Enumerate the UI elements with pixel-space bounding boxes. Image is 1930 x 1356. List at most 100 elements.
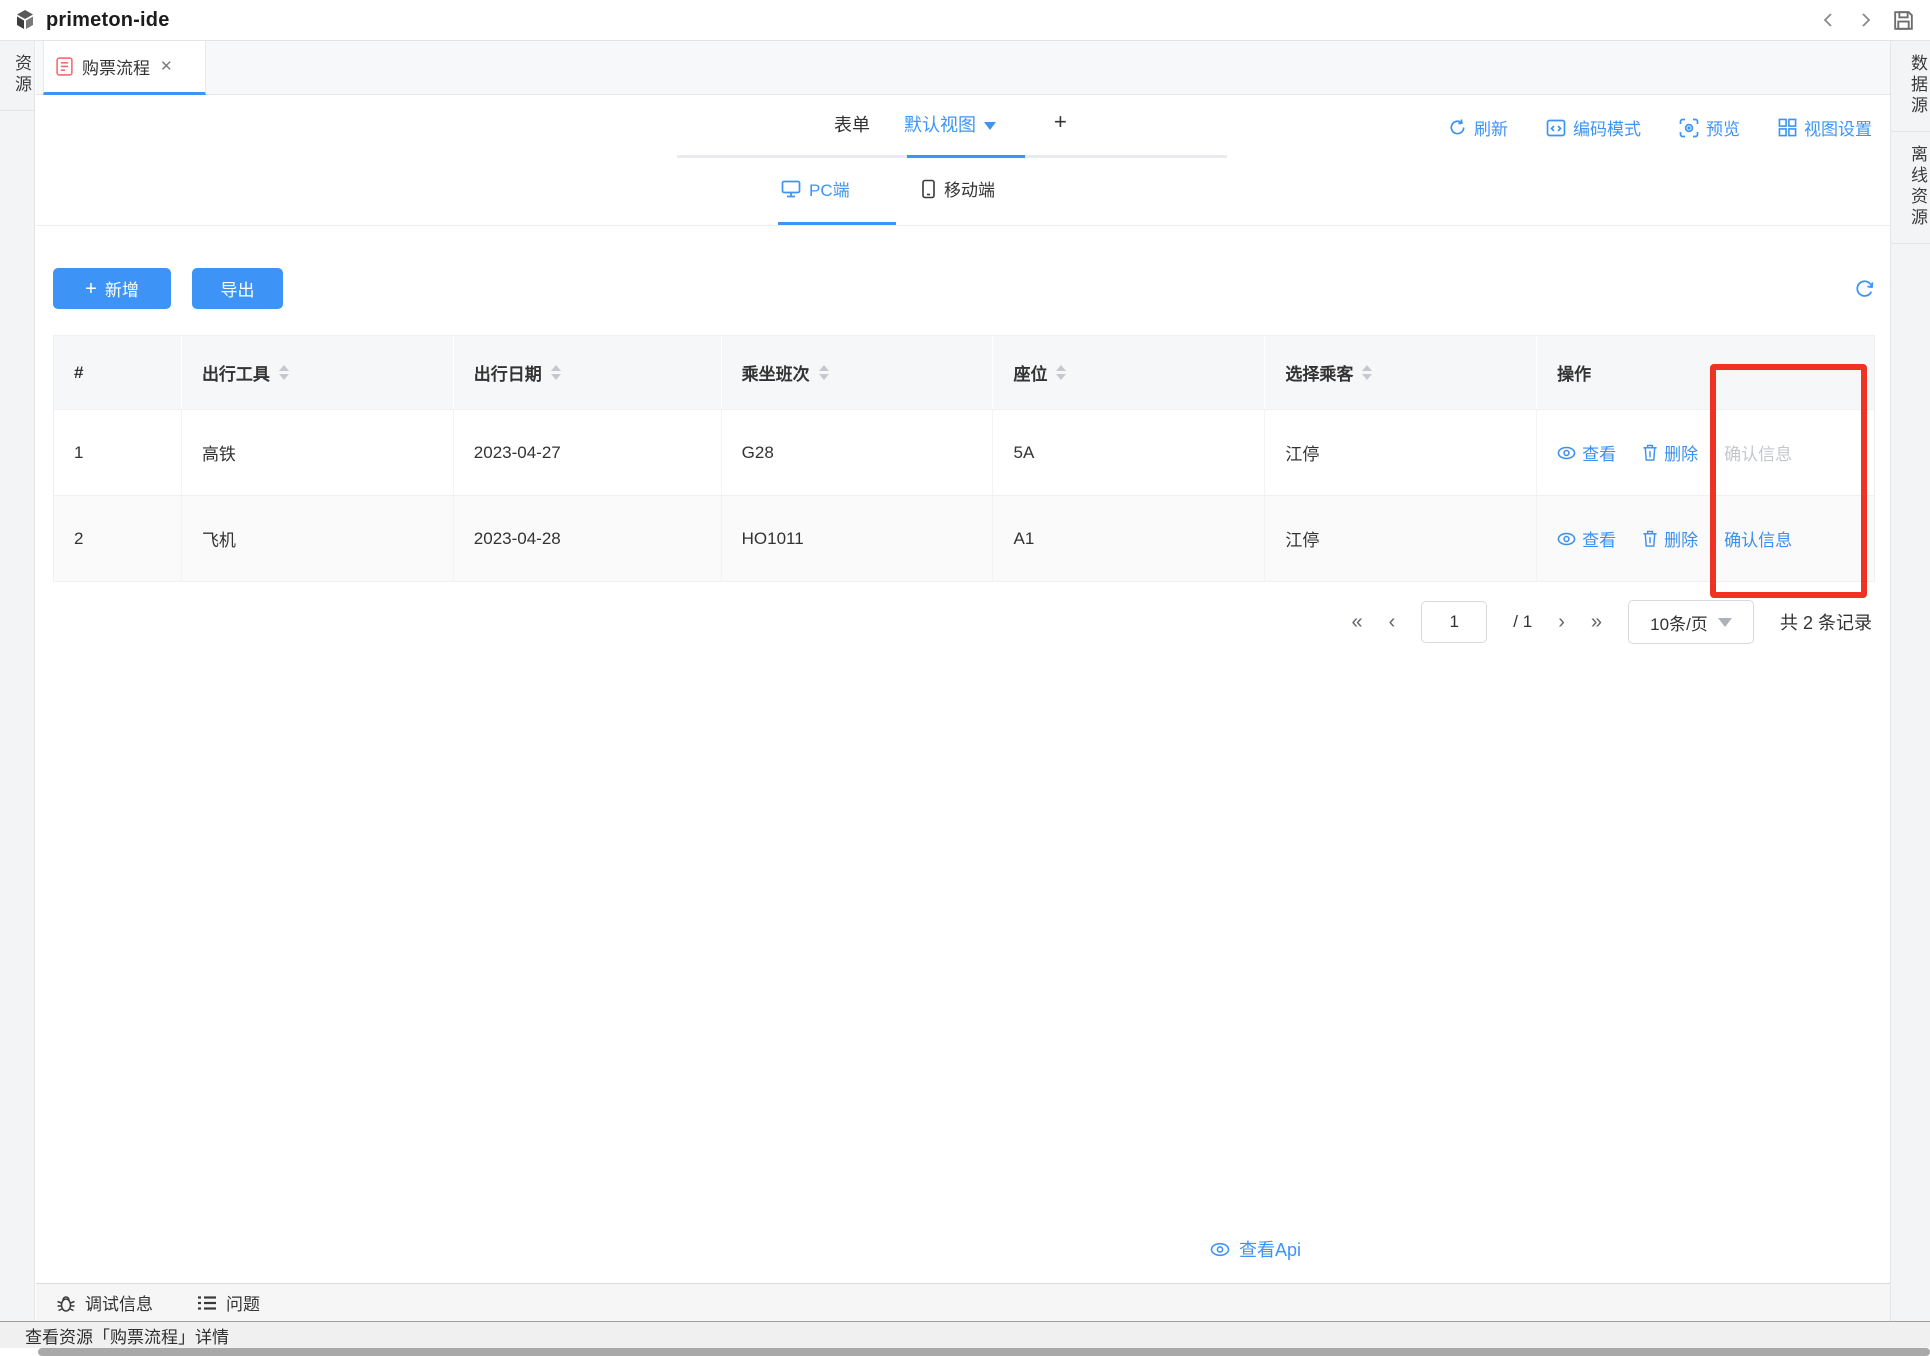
table-row: 2 飞机 2023-04-28 HO1011 A1 江停 查看 删除 确认信息 [54, 495, 1874, 581]
problems-label: 问题 [226, 1290, 260, 1315]
column-header-seat[interactable]: 座位 [993, 336, 1265, 409]
tab-pc-label: PC端 [809, 176, 850, 201]
app-title: primeton-ide [46, 9, 170, 32]
view-row-label: 查看 [1582, 440, 1616, 465]
document-icon [56, 57, 73, 76]
add-view-button[interactable]: + [1054, 109, 1067, 135]
view-api-link[interactable]: 查看Api [1210, 1236, 1301, 1262]
debug-info-button[interactable]: 调试信息 [56, 1290, 153, 1315]
next-page-button[interactable]: › [1558, 612, 1565, 632]
view-tab-active-indicator [907, 155, 1025, 158]
primeton-logo-icon [13, 8, 37, 32]
sort-icon[interactable] [1056, 365, 1066, 380]
eye-icon [1557, 532, 1576, 546]
history-forward-icon[interactable] [1855, 10, 1875, 30]
sidebar-item-resources[interactable]: 资源 [0, 41, 34, 111]
refresh-label: 刷新 [1474, 115, 1508, 140]
column-header-label: 选择乘客 [1285, 360, 1353, 385]
column-header-index: # [54, 336, 182, 409]
preview-eye-icon [1679, 118, 1699, 138]
code-mode-button[interactable]: 编码模式 [1546, 115, 1641, 140]
cell-date: 2023-04-28 [454, 496, 722, 581]
tab-mobile[interactable]: 移动端 [921, 176, 995, 201]
delete-row-button[interactable]: 删除 [1642, 440, 1698, 465]
column-header-operations: 操作 [1537, 336, 1874, 409]
column-header-label: 出行日期 [474, 360, 542, 385]
pagination: « ‹ / 1 › » 10条/页 共 2 条记录 [1351, 600, 1872, 644]
close-tab-icon[interactable]: ✕ [160, 59, 173, 74]
title-bar: primeton-ide [0, 0, 1930, 41]
total-pages-label: / 1 [1513, 612, 1532, 632]
cell-trip: G28 [722, 410, 994, 495]
table-header-row: # 出行工具 出行日期 乘坐班次 座位 选择乘客 操作 [54, 336, 1874, 409]
cell-trip: HO1011 [722, 496, 994, 581]
refresh-icon [1448, 118, 1467, 137]
column-header-label: 乘坐班次 [742, 360, 810, 385]
horizontal-scrollbar[interactable] [38, 1348, 1930, 1356]
confirm-info-button[interactable]: 确认信息 [1724, 526, 1792, 551]
cell-passenger: 江停 [1265, 410, 1537, 495]
grid-icon [1778, 118, 1797, 137]
refresh-button[interactable]: 刷新 [1448, 115, 1508, 140]
delete-row-button[interactable]: 删除 [1642, 526, 1698, 551]
preview-label: 预览 [1706, 115, 1740, 140]
table-refresh-icon[interactable] [1853, 278, 1876, 301]
cell-operations: 查看 删除 确认信息 [1537, 410, 1874, 495]
sort-icon[interactable] [551, 365, 561, 380]
view-row-label: 查看 [1582, 526, 1616, 551]
mobile-icon [921, 179, 936, 199]
column-header-label: # [74, 363, 83, 383]
page-number-input[interactable] [1421, 601, 1487, 643]
export-button[interactable]: 导出 [192, 268, 283, 309]
view-settings-label: 视图设置 [1804, 115, 1872, 140]
editor-tab-ticket-flow[interactable]: 购票流程 ✕ [43, 41, 206, 95]
column-header-trip[interactable]: 乘坐班次 [722, 336, 994, 409]
save-icon[interactable] [1891, 8, 1916, 33]
column-header-passenger[interactable]: 选择乘客 [1265, 336, 1537, 409]
add-button-label: 新增 [105, 276, 139, 301]
list-icon [197, 1295, 217, 1311]
left-sidebar: 资源 [0, 41, 35, 1321]
sidebar-item-offline-resources[interactable]: 离线资源 [1891, 132, 1930, 244]
cell-vehicle: 高铁 [182, 410, 454, 495]
column-header-date[interactable]: 出行日期 [454, 336, 722, 409]
view-api-label: 查看Api [1239, 1236, 1301, 1262]
column-header-vehicle[interactable]: 出行工具 [182, 336, 454, 409]
cell-date: 2023-04-27 [454, 410, 722, 495]
tab-form[interactable]: 表单 [834, 111, 870, 137]
first-page-button[interactable]: « [1351, 612, 1362, 632]
problems-button[interactable]: 问题 [197, 1290, 260, 1315]
add-button[interactable]: +新增 [53, 268, 171, 309]
cell-seat: 5A [993, 410, 1265, 495]
delete-row-label: 删除 [1664, 440, 1698, 465]
sidebar-item-datasource[interactable]: 数据源 [1891, 41, 1930, 132]
export-button-label: 导出 [221, 276, 255, 301]
page-size-select[interactable]: 10条/页 [1628, 600, 1754, 644]
delete-row-label: 删除 [1664, 526, 1698, 551]
sort-icon[interactable] [279, 365, 289, 380]
history-back-icon[interactable] [1819, 10, 1839, 30]
sort-icon[interactable] [1362, 365, 1372, 380]
table-row: 1 高铁 2023-04-27 G28 5A 江停 查看 删除 确认信息 [54, 409, 1874, 495]
trash-icon [1642, 530, 1658, 547]
editor-tab-strip: 购票流程 ✕ [36, 41, 1890, 95]
right-sidebar: 数据源 离线资源 [1890, 41, 1930, 1321]
chevron-down-icon [1718, 618, 1732, 627]
preview-button[interactable]: 预览 [1679, 115, 1740, 140]
view-row-button[interactable]: 查看 [1557, 526, 1616, 551]
eye-icon [1210, 1242, 1230, 1257]
view-row-button[interactable]: 查看 [1557, 440, 1616, 465]
view-toolbar: 表单 默认视图 + 刷新 编码模式 预览 视图设置 [36, 95, 1890, 160]
tab-default-view[interactable]: 默认视图 [904, 111, 996, 137]
sort-icon[interactable] [819, 365, 829, 380]
last-page-button[interactable]: » [1591, 612, 1602, 632]
column-header-label: 出行工具 [202, 360, 270, 385]
prev-page-button[interactable]: ‹ [1389, 612, 1396, 632]
editor-tab-label: 购票流程 [82, 54, 150, 79]
cell-index: 1 [54, 410, 182, 495]
tab-pc[interactable]: PC端 [781, 176, 850, 201]
view-settings-button[interactable]: 视图设置 [1778, 115, 1872, 140]
table-bottom-border [53, 581, 1875, 582]
device-tab-active-indicator [778, 222, 896, 225]
tab-default-view-label: 默认视图 [904, 115, 976, 135]
